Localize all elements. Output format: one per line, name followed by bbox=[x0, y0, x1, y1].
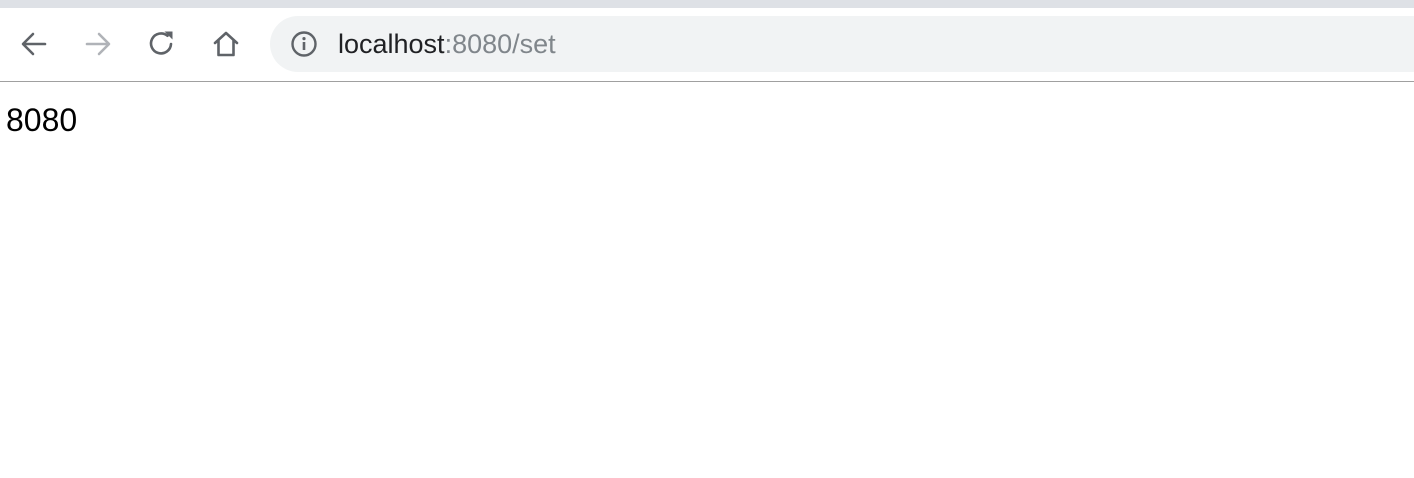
reload-button[interactable] bbox=[140, 22, 184, 66]
forward-button[interactable] bbox=[76, 22, 120, 66]
page-body-text: 8080 bbox=[6, 102, 78, 138]
url-path: :8080/set bbox=[444, 29, 556, 59]
home-button[interactable] bbox=[204, 22, 248, 66]
arrow-left-icon bbox=[18, 28, 50, 60]
arrow-right-icon bbox=[82, 28, 114, 60]
url-text[interactable]: localhost:8080/set bbox=[338, 16, 556, 72]
info-icon[interactable] bbox=[290, 30, 318, 58]
reload-icon bbox=[146, 28, 178, 60]
tab-strip bbox=[0, 0, 1414, 8]
address-bar[interactable]: localhost:8080/set bbox=[270, 16, 1414, 72]
browser-toolbar: localhost:8080/set bbox=[0, 8, 1414, 82]
home-icon bbox=[210, 28, 242, 60]
url-host: localhost bbox=[338, 29, 445, 59]
back-button[interactable] bbox=[12, 22, 56, 66]
